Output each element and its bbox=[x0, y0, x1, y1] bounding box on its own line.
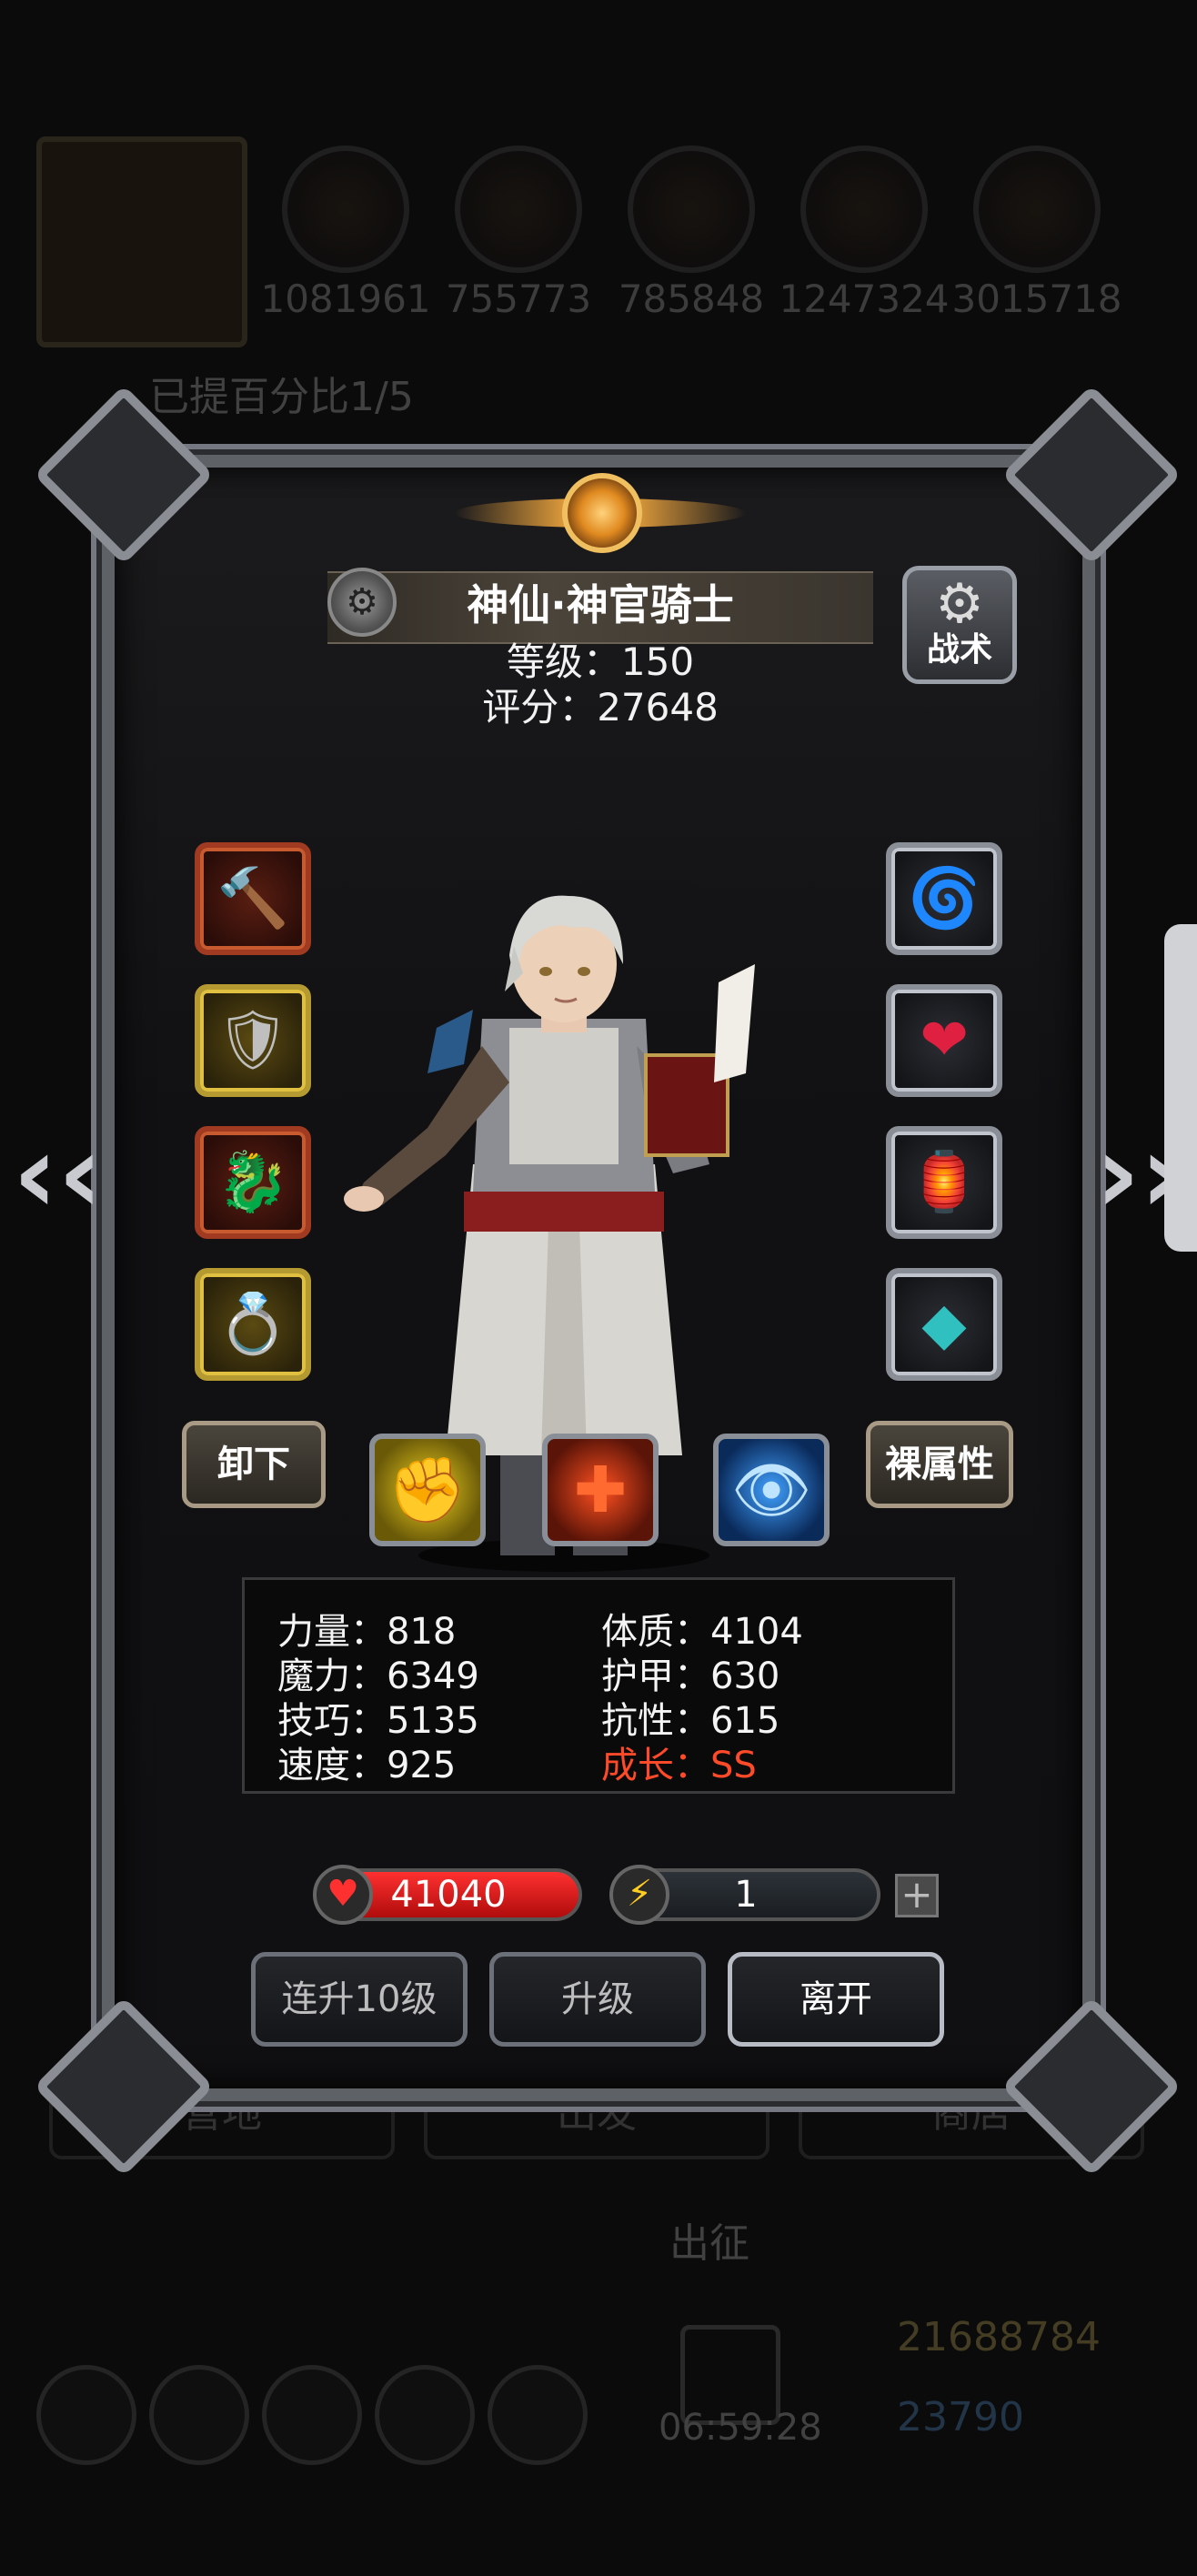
resource-icon-3 bbox=[628, 146, 755, 273]
stat-growth: 成长：SS bbox=[601, 1745, 757, 1786]
emblem-icon bbox=[562, 473, 642, 553]
level-up-button[interactable]: 升级 bbox=[489, 1952, 706, 2047]
equip-slot-charm[interactable]: ❤ bbox=[886, 984, 1002, 1097]
heal-cross-icon: ✚ bbox=[573, 1453, 628, 1527]
bottom-menu-button-3[interactable] bbox=[262, 2365, 362, 2465]
stats-panel: 力量：818 魔力：6349 技巧：5135 速度：925 体质：4104 护甲… bbox=[242, 1577, 955, 1794]
equip-slot-ring[interactable]: 💍 bbox=[195, 1268, 311, 1381]
equip-slot-stone[interactable]: ◆ bbox=[886, 1268, 1002, 1381]
bottom-menu-button-5[interactable] bbox=[488, 2365, 588, 2465]
gem-amount: 23790 bbox=[897, 2394, 1024, 2440]
lantern-icon: 🏮 bbox=[908, 1149, 981, 1216]
equip-slot-helm[interactable]: 🐉 bbox=[195, 1126, 311, 1239]
leave-button[interactable]: 离开 bbox=[728, 1952, 944, 2047]
energy-value: 1 bbox=[734, 1874, 758, 1916]
previous-hero-arrow[interactable]: ‹‹ bbox=[13, 1121, 103, 1230]
hp-value: 41040 bbox=[390, 1874, 507, 1916]
stat-speed: 速度：925 bbox=[277, 1745, 457, 1786]
character-title: 神仙·神官骑士 bbox=[467, 580, 734, 629]
ruby-charm-icon: ❤ bbox=[920, 1007, 969, 1074]
resource-icon-1 bbox=[282, 146, 409, 273]
resource-value-5: 3015718 bbox=[951, 277, 1122, 321]
side-drawer-handle[interactable] bbox=[1164, 924, 1197, 1252]
resource-value-3: 785848 bbox=[618, 277, 765, 321]
storm-amulet-icon: 🌀 bbox=[908, 865, 981, 932]
level-up-10-button[interactable]: 连升10级 bbox=[251, 1952, 468, 2047]
heart-icon: ♥ bbox=[313, 1865, 373, 1925]
sortie-label[interactable]: 出征 bbox=[669, 2210, 749, 2269]
naked-attributes-button[interactable]: 裸属性 bbox=[866, 1421, 1013, 1508]
resource-value-2: 755773 bbox=[445, 277, 592, 321]
resource-icon-4 bbox=[800, 146, 928, 273]
quest-progress-text: 已提百分比1/5 bbox=[149, 374, 414, 420]
equip-slot-lantern[interactable]: 🏮 bbox=[886, 1126, 1002, 1239]
timer-text: 06:59:28 bbox=[659, 2407, 822, 2449]
equip-slot-amulet[interactable]: 🌀 bbox=[886, 842, 1002, 955]
resource-icon-5 bbox=[973, 146, 1101, 273]
bottom-menu-button-2[interactable] bbox=[149, 2365, 249, 2465]
tactics-label: 战术 bbox=[926, 631, 992, 669]
resource-value-4: 1247324 bbox=[779, 277, 950, 321]
eye-icon: 👁 bbox=[730, 1452, 812, 1527]
chest-armor-icon: 🛡 bbox=[216, 1007, 290, 1074]
equip-slot-weapon[interactable]: 🔨 bbox=[195, 842, 311, 955]
dragon-helm-icon: 🐉 bbox=[216, 1149, 289, 1216]
bottom-menu-button-4[interactable] bbox=[375, 2365, 475, 2465]
emerald-ring-icon: 💍 bbox=[216, 1291, 289, 1358]
skill-slot-1[interactable]: ✊ bbox=[369, 1434, 486, 1546]
background-portrait bbox=[36, 136, 247, 347]
character-score: 评分：27648 bbox=[482, 685, 719, 730]
add-energy-button[interactable]: + bbox=[895, 1874, 939, 1917]
war-hammer-icon: 🔨 bbox=[216, 865, 289, 932]
gold-amount: 21688784 bbox=[897, 2314, 1101, 2360]
skill-slot-3[interactable]: 👁 bbox=[713, 1434, 830, 1546]
turquoise-stone-icon: ◆ bbox=[921, 1291, 967, 1358]
equip-slot-armor[interactable]: 🛡 bbox=[195, 984, 311, 1097]
tactics-button[interactable]: ⚙ 战术 bbox=[902, 566, 1017, 684]
resource-icon-2 bbox=[455, 146, 582, 273]
bottom-menu-button-1[interactable] bbox=[36, 2365, 136, 2465]
unequip-button[interactable]: 卸下 bbox=[182, 1421, 326, 1508]
skill-slot-2[interactable]: ✚ bbox=[542, 1434, 659, 1546]
resource-value-1: 1081961 bbox=[260, 277, 431, 321]
gear-icon: ⚙ bbox=[935, 572, 984, 636]
fist-icon: ✊ bbox=[387, 1452, 468, 1527]
lightning-icon: ⚡ bbox=[609, 1865, 669, 1925]
